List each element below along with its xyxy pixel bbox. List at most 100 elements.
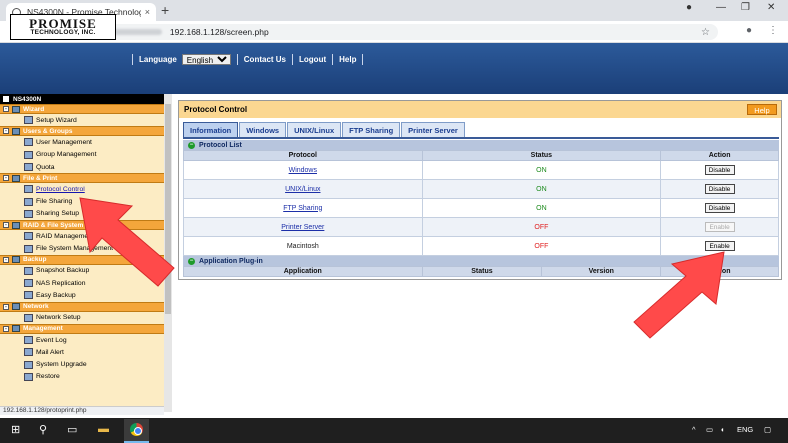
tab-ftp-sharing[interactable]: FTP Sharing (342, 122, 401, 138)
sidebar-group-users[interactable]: - Users & Groups (0, 126, 164, 137)
help-link[interactable]: Help (339, 55, 356, 64)
file-print-icon (12, 174, 20, 182)
tab-windows[interactable]: Windows (239, 122, 287, 138)
sidebar-group-management[interactable]: - Management (0, 323, 164, 334)
user-icon (24, 138, 33, 147)
divider (132, 53, 133, 65)
language-select[interactable]: English (181, 53, 231, 65)
table-row: UNIX/Linux ON Disable (183, 179, 779, 199)
protocol-link-printer-server[interactable]: Printer Server (183, 217, 423, 237)
contact-us-link[interactable]: Contact Us (244, 55, 286, 64)
collapse-icon: - (3, 222, 9, 229)
network-tray-icon[interactable]: ▭ (706, 425, 713, 434)
protocol-link-ftp[interactable]: FTP Sharing (183, 198, 423, 218)
group-label: Backup (23, 256, 47, 264)
item-label: User Management (36, 138, 92, 146)
task-view-icon[interactable]: ▭ (67, 423, 77, 436)
device-node[interactable]: NS4300N (0, 94, 164, 104)
windows-taskbar: ⊞ ⚲ ▭ ▬ ^ ▭ ◖ ENG ▢ (0, 418, 788, 443)
bookmark-star-icon[interactable]: ☆ (701, 27, 710, 38)
action-cell: Disable (660, 160, 779, 180)
panel-title: Protocol Control (179, 101, 781, 118)
raid-icon (12, 221, 20, 229)
sidebar-group-wizard[interactable]: - Wizard (0, 104, 164, 114)
disable-unix-button[interactable]: Disable (704, 184, 735, 194)
protocol-link-windows[interactable]: Windows (183, 160, 423, 180)
divider (332, 53, 334, 65)
table-row: FTP Sharing ON Disable (183, 198, 779, 218)
sidebar-item-restore[interactable]: Restore (0, 371, 164, 383)
easy-backup-icon (24, 291, 33, 300)
protocol-tabs: Information Windows UNIX/Linux FTP Shari… (183, 122, 466, 138)
collapse-icon: - (3, 256, 9, 263)
collapse-icon: - (3, 128, 9, 135)
sidebar-item-easy-backup[interactable]: Easy Backup (0, 289, 164, 301)
status-cell: OFF (421, 236, 662, 256)
protocol-table: Protocol Status Action Windows ON Disabl… (183, 150, 779, 256)
restore-icon[interactable]: ❐ (741, 2, 750, 13)
section-title: Protocol List (199, 141, 242, 149)
profile-dot-icon[interactable]: ● (686, 2, 692, 13)
users-icon (12, 127, 20, 135)
upgrade-icon (24, 360, 33, 369)
windows-start-icon[interactable]: ⊞ (11, 423, 20, 436)
sidebar-item-setup-wizard[interactable]: Setup Wizard (0, 114, 164, 126)
logo-subtext: TECHNOLOGY, INC. (30, 29, 96, 37)
promise-logo: PROMISE TECHNOLOGY, INC. (10, 14, 116, 40)
item-label: Setup Wizard (36, 116, 77, 124)
status-cell: ON (421, 198, 662, 218)
notifications-icon[interactable]: ▢ (764, 425, 771, 434)
help-button[interactable]: Help (747, 104, 777, 115)
item-label: Mail Alert (36, 348, 64, 356)
red-arrow-icon (633, 251, 725, 339)
tab-information[interactable]: Information (183, 122, 239, 138)
logout-link[interactable]: Logout (299, 55, 326, 64)
tab-close-icon[interactable]: × (145, 7, 150, 17)
group-label: Management (23, 325, 63, 333)
restore-item-icon (24, 372, 33, 381)
app-header (0, 43, 788, 94)
new-tab-button[interactable]: + (161, 2, 169, 18)
collapse-icon: - (3, 303, 9, 310)
group-label: File & Print (23, 174, 58, 182)
collapse-minus-icon[interactable]: − (188, 141, 195, 149)
disable-ftp-button[interactable]: Disable (704, 203, 735, 213)
table-row: Printer Server OFF Enable (183, 217, 779, 237)
sidebar-group-file-print[interactable]: - File & Print (0, 173, 164, 184)
table-row: Windows ON Disable (183, 160, 779, 180)
language-label: Language (139, 54, 177, 64)
col-protocol: Protocol (183, 150, 423, 161)
status-url: 192.168.1.128/protoprint.php (0, 406, 164, 415)
volume-icon[interactable]: ◖ (720, 425, 725, 434)
collapse-minus-icon[interactable]: − (188, 257, 195, 265)
status-cell: ON (421, 160, 662, 180)
language-indicator[interactable]: ENG (737, 425, 753, 434)
disable-windows-button[interactable]: Disable (704, 165, 735, 175)
menu-icon[interactable]: ⋮ (768, 25, 778, 36)
item-label: Event Log (36, 336, 67, 344)
tab-printer-server[interactable]: Printer Server (401, 122, 465, 138)
sidebar-item-user-management[interactable]: User Management (0, 136, 164, 148)
sidebar-item-mail-alert[interactable]: Mail Alert (0, 346, 164, 358)
divider (292, 53, 294, 65)
sidebar-item-system-upgrade[interactable]: System Upgrade (0, 358, 164, 370)
chrome-taskbar-button[interactable] (124, 419, 149, 443)
sidebar-item-event-log[interactable]: Event Log (0, 334, 164, 346)
account-icon[interactable]: ● (746, 25, 752, 36)
file-explorer-icon[interactable]: ▬ (98, 423, 109, 435)
protocol-link-unix-linux[interactable]: UNIX/Linux (183, 179, 423, 199)
sidebar-item-quota[interactable]: Quota (0, 161, 164, 173)
backup-icon (12, 256, 20, 264)
sidebar-group-network[interactable]: - Network (0, 301, 164, 312)
section-title: Application Plug-in (199, 257, 263, 265)
enable-printer-button: Enable (704, 222, 735, 232)
minimize-icon[interactable]: — (716, 2, 726, 13)
tray-chevron-icon[interactable]: ^ (692, 425, 696, 434)
tab-unix-linux[interactable]: UNIX/Linux (287, 122, 342, 138)
sidebar-item-group-management[interactable]: Group Management (0, 149, 164, 161)
item-label: Group Management (36, 151, 97, 159)
sidebar-item-network-setup[interactable]: Network Setup (0, 312, 164, 324)
close-window-icon[interactable]: ✕ (767, 2, 775, 13)
address-bar[interactable]: ▲ 192.168.1.128/screen.php ☆ (78, 24, 718, 40)
search-icon[interactable]: ⚲ (39, 423, 47, 436)
